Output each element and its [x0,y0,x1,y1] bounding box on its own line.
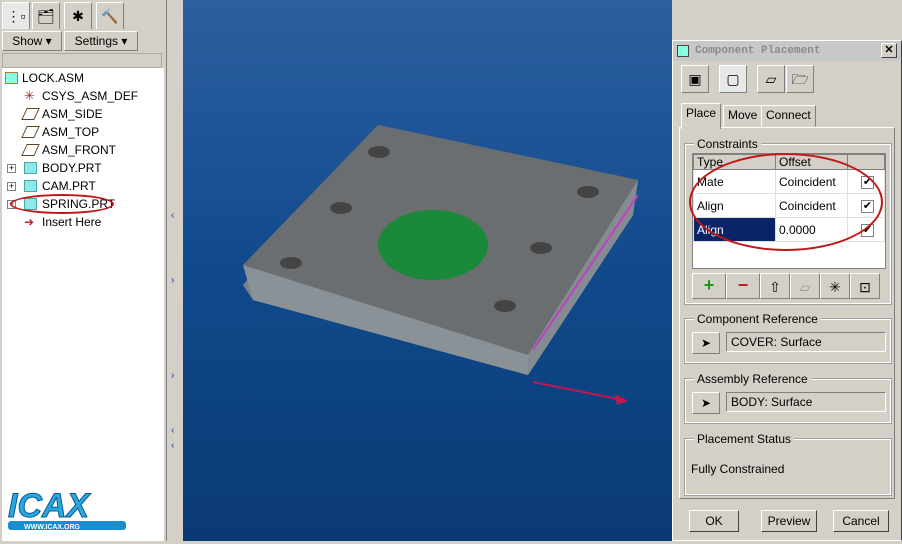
panel-tabs: ⋮▫ 🗂 ✱ 🔨 [0,0,166,30]
tab-connect[interactable]: Connect [761,105,816,127]
tree-label: LOCK.ASM [22,71,85,85]
plane-orient-icon[interactable]: ▱ [790,273,820,299]
select-arrow-icon[interactable]: ➤ [692,392,720,414]
tab-place[interactable]: Place [681,103,722,129]
tree-item-asm-side[interactable]: ASM_SIDE [2,105,162,123]
remove-constraint-icon[interactable]: − [726,273,760,299]
component-placement-dialog: Component Placement ✕ ▣ ▢ ▱ 🗁 Place Move… [672,40,902,541]
highlight-oval [689,153,883,251]
show-button[interactable]: Show ▾ [2,31,62,51]
show-label: Show [12,34,43,48]
model-3d-view [243,125,639,405]
csys-constraint-icon[interactable]: ✳ [820,273,850,299]
insert-arrow-icon: ➜ [24,215,35,229]
placement-status-text: Fully Constrained [691,462,785,476]
component-reference-label: Component Reference [694,312,821,326]
component-reference-group: Component Reference ➤ COVER: Surface [684,312,892,364]
settings-button[interactable]: Settings ▾ [64,31,138,51]
tree-label: ASM_FRONT [42,143,117,157]
svg-text:ICAX: ICAX [8,487,92,525]
flip-icon[interactable]: ⇧ [760,273,790,299]
separate-window-icon[interactable]: ▣ [681,65,709,93]
tree-label: CAM.PRT [42,179,96,193]
csys-icon: ✳ [24,88,35,103]
assembly-reference-field[interactable]: BODY: Surface [726,392,886,412]
settings-label: Settings [74,34,118,48]
part-icon [24,180,37,192]
assembly-reference-group: Assembly Reference ➤ BODY: Surface [684,372,892,424]
preview-button[interactable]: Preview [761,510,817,532]
tree-header [2,53,162,68]
datum-plane-icon [21,144,40,156]
dialog-title: Component Placement [695,45,821,57]
panel-splitter[interactable]: ‹ › › ‹ ‹ [166,0,183,541]
dialog-app-icon [677,45,689,57]
constraints-label: Constraints [694,137,761,151]
tree-item-asm-front[interactable]: ASM_FRONT [2,141,162,159]
tree-item-csys[interactable]: ✳ CSYS_ASM_DEF [2,87,162,105]
tools-tab-icon[interactable]: 🔨 [96,2,124,29]
highlight-oval [10,194,114,214]
expand-icon[interactable]: + [7,164,16,173]
tree-label: BODY.PRT [42,161,102,175]
folder-tab-icon[interactable]: ✱ [64,2,92,29]
ok-button[interactable]: OK [689,510,739,532]
svg-text:WWW.ICAX.ORG: WWW.ICAX.ORG [24,524,81,531]
tree-item-insert-here[interactable]: ➜ Insert Here [2,213,162,231]
icax-logo: ICAX WWW.ICAX.ORG [8,487,126,531]
tree-label: ASM_TOP [42,125,100,139]
close-button[interactable]: ✕ [881,43,897,58]
assembly-reference-label: Assembly Reference [694,372,811,386]
tree-item-cam-prt[interactable]: + CAM.PRT [2,177,162,195]
default-constraint-icon[interactable]: ⊡ [850,273,880,299]
add-constraint-icon[interactable]: + [692,273,726,299]
tree-item-body-prt[interactable]: + BODY.PRT [2,159,162,177]
tree-label: Insert Here [42,215,102,229]
datum-plane-icon [21,126,40,138]
expand-icon[interactable]: + [7,182,16,191]
tree-label: ASM_SIDE [42,107,103,121]
placement-status-label: Placement Status [694,432,795,446]
part-icon [24,162,37,174]
layers-tab-icon[interactable]: 🗂 [32,2,60,29]
placement-status-group: Placement Status Fully Constrained [684,432,892,496]
assembly-icon [5,72,18,84]
datum-plane-icon [21,108,40,120]
tab-move[interactable]: Move [723,105,763,127]
dialog-titlebar: Component Placement ✕ [673,41,901,61]
assembly-window-icon[interactable]: ▢ [719,65,747,93]
tree-label: CSYS_ASM_DEF [42,89,139,103]
open-folder-icon[interactable]: 🗁 [786,65,814,93]
tree-item-asm-top[interactable]: ASM_TOP [2,123,162,141]
select-arrow-icon[interactable]: ➤ [692,332,720,354]
retrieve-plane-icon[interactable]: ▱ [757,65,785,93]
component-reference-field[interactable]: COVER: Surface [726,332,886,352]
3d-viewport[interactable] [183,0,672,541]
model-tree-tab-icon[interactable]: ⋮▫ [2,2,30,29]
model-tree: LOCK.ASM ✳ CSYS_ASM_DEF ASM_SIDE ASM_TOP … [2,68,164,541]
model-tree-panel: ⋮▫ 🗂 ✱ 🔨 Show ▾ Settings ▾ LOCK.ASM ✳ CSY… [0,0,166,541]
cancel-button[interactable]: Cancel [833,510,889,532]
